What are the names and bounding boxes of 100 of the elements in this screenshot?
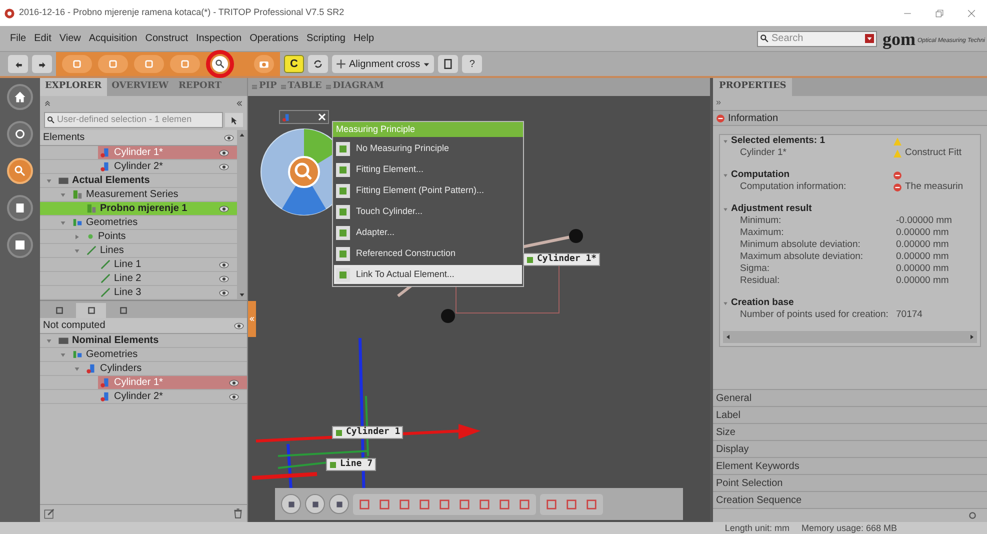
tree-row[interactable]: Nominal Elements — [40, 334, 247, 348]
menu-item[interactable]: Scripting — [302, 31, 350, 46]
tree-row[interactable]: Actual Elements — [40, 174, 237, 188]
eye-icon — [224, 132, 234, 142]
menu-item[interactable]: Referenced Construction — [334, 244, 522, 263]
tool-icon — [108, 59, 118, 69]
line-icon — [86, 245, 97, 256]
series-icon — [72, 189, 83, 200]
expand-arrow-icon[interactable] — [46, 338, 52, 344]
collapse-arrow-icon[interactable] — [74, 234, 80, 240]
tree-row[interactable]: Probno mjerenje 1 — [40, 202, 237, 216]
collapse-button[interactable]: » — [713, 96, 987, 110]
drag-handle-icon — [280, 83, 286, 91]
menu-item[interactable]: Fitting Element... — [334, 160, 522, 179]
tree-row[interactable]: Geometries — [40, 348, 247, 362]
menu-item[interactable]: Edit — [30, 31, 56, 46]
edit-button[interactable] — [44, 508, 55, 519]
tree-label: Measurement Series — [86, 188, 178, 202]
undo-button[interactable] — [8, 55, 28, 73]
panel-tab[interactable]: EXPLORER — [40, 78, 107, 96]
expand-arrow-icon[interactable] — [74, 248, 80, 254]
panel-icon — [86, 306, 96, 315]
search-field[interactable]: Search — [772, 31, 862, 46]
section-header[interactable]: Information — [713, 110, 987, 126]
expand-arrow-icon[interactable] — [74, 366, 80, 372]
camera-button[interactable] — [254, 55, 274, 73]
delete-button[interactable] — [233, 508, 243, 519]
tree-row[interactable]: Cylinder 2* — [40, 390, 247, 404]
section-header[interactable]: Size — [713, 423, 987, 440]
search-icon — [215, 59, 225, 69]
tool-icon — [72, 59, 82, 69]
scrollbar[interactable] — [237, 130, 247, 300]
tree-row[interactable]: Lines — [40, 244, 237, 258]
section-header[interactable]: Display — [713, 440, 987, 457]
menu-item[interactable]: Link To Actual Element... — [334, 265, 522, 284]
search-tool-button[interactable] — [212, 56, 228, 72]
compute-button[interactable]: C — [284, 55, 304, 73]
tree-row[interactable]: Line 1 — [40, 258, 237, 272]
tree-row[interactable]: Cylinder 2* — [40, 160, 237, 174]
menu-item[interactable]: Construct — [141, 31, 192, 46]
section-header[interactable]: General — [713, 389, 987, 406]
tree-row[interactable]: Geometries — [40, 216, 237, 230]
refresh-button[interactable] — [308, 55, 328, 73]
menu-item[interactable]: Operations — [246, 31, 303, 46]
app-icon — [4, 8, 15, 18]
expand-arrow-icon[interactable] — [60, 192, 66, 198]
tool-icon — [399, 498, 410, 510]
inspection-button[interactable] — [7, 158, 33, 184]
undo-icon — [14, 60, 22, 68]
report-button[interactable] — [7, 195, 33, 221]
grid-button[interactable] — [7, 232, 33, 258]
menu-item[interactable]: View — [55, 31, 85, 46]
expand-arrow-icon[interactable] — [60, 352, 66, 358]
settings-button[interactable] — [968, 511, 977, 520]
expand-arrow-icon[interactable] — [60, 220, 66, 226]
scene-label: Cylinder 1 — [332, 426, 404, 439]
selection-mode-button[interactable] — [225, 113, 243, 127]
collapse-tab[interactable] — [248, 301, 256, 337]
collapse-up-icon — [44, 100, 51, 106]
alignment-dropdown[interactable]: Alignment cross — [332, 55, 434, 73]
view-mode-button[interactable] — [329, 494, 349, 514]
tree-row[interactable]: Points — [40, 230, 237, 244]
error-icon — [716, 114, 725, 122]
tree-row[interactable]: Line 2 — [40, 272, 237, 286]
panel-tab[interactable] — [76, 303, 106, 318]
inspect-button[interactable] — [134, 55, 164, 73]
panel-tab[interactable]: PROPERTIES — [713, 78, 792, 96]
view-button[interactable] — [7, 121, 33, 147]
menu-item[interactable]: Help — [349, 31, 378, 46]
expand-arrow-icon — [723, 300, 728, 306]
dropdown-icon — [864, 34, 874, 43]
tree-label: Probno mjerenje 1 — [100, 202, 188, 216]
section-header[interactable]: Element Keywords — [713, 457, 987, 474]
section-header[interactable]: Point Selection — [713, 474, 987, 491]
grid-icon — [14, 239, 26, 251]
view-mode-button[interactable] — [305, 494, 325, 514]
redo-button[interactable] — [32, 55, 52, 73]
horizontal-scrollbar[interactable] — [723, 331, 977, 343]
menu-item[interactable]: Fitting Element (Point Pattern)... — [334, 181, 522, 200]
expand-arrow-icon[interactable] — [46, 178, 52, 184]
line-icon — [100, 273, 111, 284]
pie-toolbar[interactable] — [279, 110, 329, 124]
curve-button[interactable] — [98, 55, 128, 73]
menu-item[interactable]: Acquisition — [84, 31, 142, 46]
help-button[interactable]: ? — [462, 55, 482, 73]
menu-item[interactable]: No Measuring Principle — [334, 139, 522, 158]
section-header[interactable]: Label — [713, 406, 987, 423]
view-mode-button[interactable] — [281, 494, 301, 514]
menu-item[interactable]: Adapter... — [334, 223, 522, 242]
property-label: Cylinder 1* — [739, 146, 788, 160]
series-icon — [86, 203, 97, 214]
search-box[interactable]: Search — [756, 30, 877, 46]
menu-item[interactable]: File — [6, 31, 30, 46]
export-button[interactable] — [438, 55, 458, 73]
construct-button[interactable] — [62, 55, 92, 73]
tree-label: Cylinders — [100, 362, 142, 376]
section-header[interactable]: Creation Sequence — [713, 491, 987, 508]
home-button[interactable] — [7, 84, 33, 110]
menu-item[interactable]: Inspection — [192, 31, 246, 46]
menu-item[interactable]: Touch Cylinder... — [334, 202, 522, 221]
